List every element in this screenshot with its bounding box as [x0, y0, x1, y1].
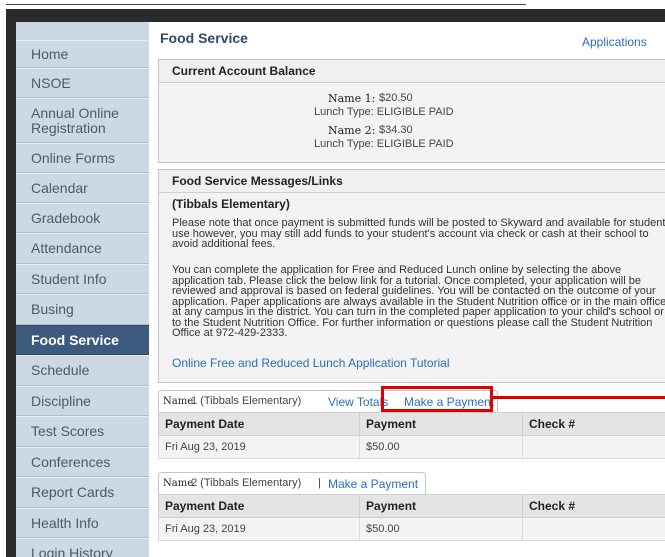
student-1-payment-table: Payment Date Payment Check # Fri Aug 23,… — [158, 412, 665, 459]
check-number-cell — [522, 435, 665, 459]
student-2-lunch-type: Lunch Type: ELIGIBLE PAID — [314, 138, 454, 150]
sidebar-item-annual-online-registration[interactable]: Annual Online Registration — [16, 98, 149, 143]
column-header: Payment — [359, 412, 523, 436]
top-border-line — [6, 4, 526, 5]
student-2-tab-header: Name 2 (Tibbals Elementary) | Make a Pay… — [158, 472, 426, 494]
sidebar-item-conferences[interactable]: Conferences — [16, 447, 149, 477]
sidebar-item-health-info[interactable]: Health Info — [16, 508, 149, 538]
main-content: Food Service Applications Current Accoun… — [149, 22, 665, 557]
sidebar-item-student-info[interactable]: Student Info — [16, 264, 149, 294]
student-1-tab-name: Name — [163, 396, 194, 407]
student-1-name: Name 1: — [328, 92, 376, 105]
sidebar-item-schedule[interactable]: Schedule — [16, 355, 149, 386]
account-balance-panel: Current Account Balance Name 1: $20.50 L… — [158, 59, 665, 163]
payment-notice-text: Please note that once payment is submitt… — [172, 217, 665, 250]
student-2-balance: $34.30 — [379, 124, 413, 136]
sidebar-item-login-history[interactable]: Login History — [16, 538, 149, 557]
student-1-lunch-type: Lunch Type: ELIGIBLE PAID — [314, 106, 454, 118]
student-1-tab-school: 1 (Tibbals Elementary) — [191, 395, 302, 407]
account-balance-heading: Current Account Balance — [159, 60, 665, 83]
payment-amount-cell: $50.00 — [359, 435, 523, 459]
free-reduced-lunch-text: You can complete the application for Fre… — [172, 264, 665, 339]
student-2-tab-name: Name — [163, 478, 194, 489]
column-header: Payment — [359, 494, 523, 518]
sidebar-item-calendar[interactable]: Calendar — [16, 173, 149, 203]
student-2-payment-table: Payment Date Payment Check # Fri Aug 23,… — [158, 494, 665, 541]
student-1-balance: $20.50 — [379, 92, 413, 104]
table-row: Fri Aug 23, 2019 $50.00 — [158, 517, 665, 541]
column-header: Check # — [522, 412, 665, 436]
view-totals-link[interactable]: View Totals — [328, 395, 388, 409]
tab-separator: | — [318, 477, 321, 489]
make-payment-highlight-box — [381, 386, 493, 412]
payment-date-cell: Fri Aug 23, 2019 — [158, 517, 360, 541]
sidebar-item-home[interactable]: Home — [16, 40, 149, 68]
sidebar-item-busing[interactable]: Busing — [16, 294, 149, 325]
sidebar-item-discipline[interactable]: Discipline — [16, 386, 149, 416]
food-service-messages-panel: Food Service Messages/Links (Tibbals Ele… — [158, 169, 665, 383]
column-header: Check # — [522, 494, 665, 518]
check-number-cell — [522, 517, 665, 541]
sidebar-item-test-scores[interactable]: Test Scores — [16, 416, 149, 447]
table-row: Fri Aug 23, 2019 $50.00 — [158, 435, 665, 459]
student-2-tab-school: 2 (Tibbals Elementary) — [191, 477, 302, 489]
student-2-name: Name 2: — [328, 124, 376, 137]
highlight-pointer-line — [493, 396, 665, 399]
table-header-row: Payment Date Payment Check # — [158, 494, 665, 518]
make-payment-link-2[interactable]: Make a Payment — [328, 477, 418, 491]
sidebar-item-report-cards[interactable]: Report Cards — [16, 477, 149, 508]
applications-link[interactable]: Applications — [582, 35, 647, 49]
sidebar-item-gradebook[interactable]: Gradebook — [16, 203, 149, 233]
table-header-row: Payment Date Payment Check # — [158, 412, 665, 436]
page-title: Food Service — [160, 30, 248, 46]
school-name: (Tibbals Elementary) — [172, 197, 290, 211]
sidebar-item-food-service[interactable]: Food Service — [16, 325, 149, 355]
payment-amount-cell: $50.00 — [359, 517, 523, 541]
page-body: Home NSOE Annual Online Registration Onl… — [16, 22, 665, 557]
column-header: Payment Date — [158, 412, 360, 436]
tutorial-link[interactable]: Online Free and Reduced Lunch Applicatio… — [172, 356, 450, 370]
column-header: Payment Date — [158, 494, 360, 518]
sidebar-item-online-forms[interactable]: Online Forms — [16, 143, 149, 173]
sidebar-item-nsoe[interactable]: NSOE — [16, 68, 149, 98]
sidebar-item-attendance[interactable]: Attendance — [16, 233, 149, 264]
messages-heading: Food Service Messages/Links — [159, 170, 665, 193]
sidebar-nav: Home NSOE Annual Online Registration Onl… — [16, 22, 149, 557]
payment-date-cell: Fri Aug 23, 2019 — [158, 435, 360, 459]
